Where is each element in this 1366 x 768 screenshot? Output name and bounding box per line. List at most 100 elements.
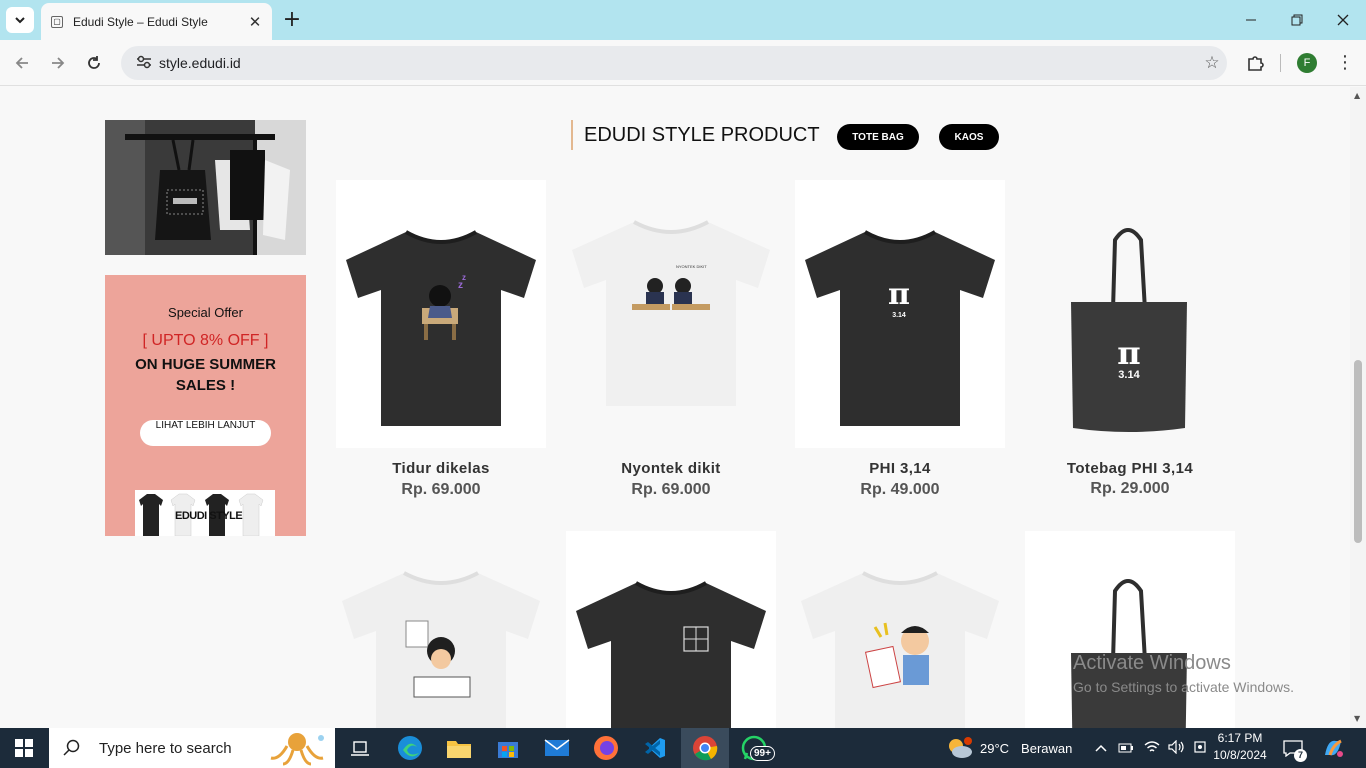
- reload-icon: [88, 56, 100, 69]
- restore-icon: [1291, 14, 1303, 26]
- taskbar-clock[interactable]: 6:17 PM 10/8/2024: [1208, 730, 1272, 764]
- svg-text:z: z: [462, 273, 466, 282]
- tab-title: Edudi Style – Edudi Style: [73, 14, 208, 29]
- tray-overflow-chevron-icon[interactable]: [1094, 741, 1108, 756]
- battery-icon[interactable]: [1118, 741, 1134, 756]
- browser-menu-icon[interactable]: ⋮: [1336, 50, 1354, 76]
- product-image-totebag-phi[interactable]: π 3.14: [1025, 180, 1235, 448]
- task-view-button[interactable]: [336, 728, 384, 768]
- product-image-row2-1[interactable]: [336, 531, 546, 728]
- product-image-row2-3[interactable]: [795, 531, 1005, 728]
- product-image-phi-3-14[interactable]: π 3.14: [795, 180, 1005, 448]
- page-scrollbar[interactable]: ▲ ▼: [1350, 87, 1366, 728]
- taskbar-search-box[interactable]: Type here to search: [49, 728, 335, 768]
- product-image-nyontek-dikit[interactable]: NYONTEK DIKIT: [566, 180, 776, 448]
- clock-date: 10/8/2024: [1213, 748, 1267, 762]
- site-settings-icon[interactable]: [129, 54, 159, 73]
- tab-search-button[interactable]: [6, 7, 34, 33]
- search-highlight-octopus-icon: [270, 733, 324, 766]
- filter-kaos[interactable]: KAOS: [939, 124, 999, 150]
- see-more-button[interactable]: LIHAT LEBIH LANJUT: [139, 420, 272, 446]
- filter-tote-bag[interactable]: TOTE BAG: [837, 124, 919, 150]
- temperature: 29°C: [980, 740, 1010, 756]
- task-view-icon: [351, 741, 369, 756]
- mini-banner-text: EDUDI STYLE: [175, 510, 243, 522]
- wifi-icon[interactable]: [1144, 740, 1160, 757]
- taskbar-firefox[interactable]: [582, 728, 630, 768]
- scroll-up-arrow-icon[interactable]: ▲: [1354, 91, 1360, 100]
- special-offer-label: Special Offer: [168, 305, 243, 320]
- activate-windows-watermark: Activate Windows Go to Settings to activ…: [1073, 652, 1294, 695]
- puzzle-icon: [1248, 56, 1264, 71]
- search-placeholder: Type here to search: [99, 739, 232, 757]
- taskbar-vscode[interactable]: [631, 728, 679, 768]
- address-bar[interactable]: ☆: [121, 46, 1227, 80]
- arrow-right-icon: [52, 57, 65, 69]
- close-window-button[interactable]: [1320, 0, 1366, 40]
- taskbar-file-explorer[interactable]: [435, 728, 483, 768]
- taskbar-edge[interactable]: [386, 728, 434, 768]
- product-image-tidur-dikelas[interactable]: z z: [336, 180, 546, 448]
- weather-widget[interactable]: 29°C Berawan: [946, 728, 1072, 768]
- mail-icon: [544, 739, 570, 756]
- url-input[interactable]: [159, 55, 1197, 71]
- watermark-subtitle: Go to Settings to activate Windows.: [1073, 679, 1294, 695]
- tshirt-collection-thumbnail: EDUDI STYLE: [135, 490, 275, 536]
- sale-headline: ON HUGE SUMMER SALES !: [135, 356, 276, 394]
- whatsapp-badge: 99+: [750, 746, 775, 761]
- firefox-icon: [594, 736, 618, 760]
- minimize-button[interactable]: [1228, 0, 1274, 40]
- product-price: Rp. 69.000: [631, 481, 711, 498]
- product-name[interactable]: Nyontek dikit: [566, 460, 776, 477]
- special-offer-banner: Special Offer [ UPTO 8% OFF ] ON HUGE SU…: [105, 275, 306, 536]
- vscode-icon: [645, 738, 665, 758]
- windows-logo-icon: [15, 739, 33, 757]
- browser-tab[interactable]: ▢ Edudi Style – Edudi Style ✕: [41, 3, 272, 40]
- tote-pi-symbol: π: [1117, 334, 1140, 372]
- back-button[interactable]: [8, 49, 36, 77]
- forward-button[interactable]: [44, 49, 72, 77]
- section-title: EDUDI STYLE PRODUCT: [571, 120, 820, 150]
- search-icon: [63, 739, 80, 756]
- browser-titlebar: ▢ Edudi Style – Edudi Style ✕ +: [0, 0, 1366, 40]
- volume-icon[interactable]: [1168, 739, 1186, 757]
- chrome-icon: [693, 736, 718, 761]
- close-tab-icon[interactable]: ✕: [248, 13, 262, 31]
- windows-taskbar: Type here to search 99+ 29°C Berawan 6:1…: [0, 728, 1366, 768]
- close-icon: [1337, 14, 1349, 26]
- taskbar-whatsapp[interactable]: 99+: [730, 728, 778, 768]
- product-price: Rp. 49.000: [860, 481, 940, 498]
- notification-count: 7: [1294, 749, 1307, 762]
- browser-toolbar: ☆ F ⋮: [0, 40, 1366, 86]
- taskbar-store[interactable]: [484, 728, 532, 768]
- discount-text: [ UPTO 8% OFF ]: [142, 332, 269, 349]
- scrollbar-thumb[interactable]: [1354, 360, 1362, 543]
- start-button[interactable]: [0, 728, 48, 768]
- scroll-down-arrow-icon[interactable]: ▼: [1354, 714, 1360, 723]
- product-name[interactable]: Totebag PHI 3,14: [1025, 460, 1235, 477]
- copilot-button[interactable]: [1322, 728, 1344, 768]
- notification-center-button[interactable]: 7: [1283, 728, 1307, 768]
- extensions-button[interactable]: [1242, 50, 1268, 76]
- chevron-down-icon: [15, 17, 25, 24]
- product-price: Rp. 29.000: [1090, 480, 1170, 497]
- product-name[interactable]: Tidur dikelas: [336, 460, 546, 477]
- taskbar-chrome[interactable]: [681, 728, 729, 768]
- product-image-row2-4[interactable]: [1025, 531, 1235, 728]
- meet-now-icon[interactable]: [1194, 740, 1208, 757]
- reload-button[interactable]: [80, 49, 108, 77]
- product-name[interactable]: PHI 3,14: [795, 460, 1005, 477]
- clock-time: 6:17 PM: [1217, 731, 1263, 745]
- pi-value: 3.14: [892, 312, 906, 319]
- weather-cloudy-icon: [949, 737, 972, 758]
- taskbar-mail[interactable]: [533, 728, 581, 768]
- weather-condition: Berawan: [1021, 740, 1073, 756]
- restore-button[interactable]: [1274, 0, 1320, 40]
- product-price: Rp. 69.000: [401, 481, 481, 498]
- toolbar-divider: [1280, 54, 1281, 72]
- new-tab-button[interactable]: +: [280, 6, 304, 34]
- bookmark-star-icon[interactable]: ☆: [1197, 53, 1227, 73]
- profile-avatar[interactable]: F: [1297, 53, 1317, 73]
- product-image-row2-2[interactable]: [566, 531, 776, 728]
- svg-text:NYONTEK DIKIT: NYONTEK DIKIT: [676, 264, 707, 269]
